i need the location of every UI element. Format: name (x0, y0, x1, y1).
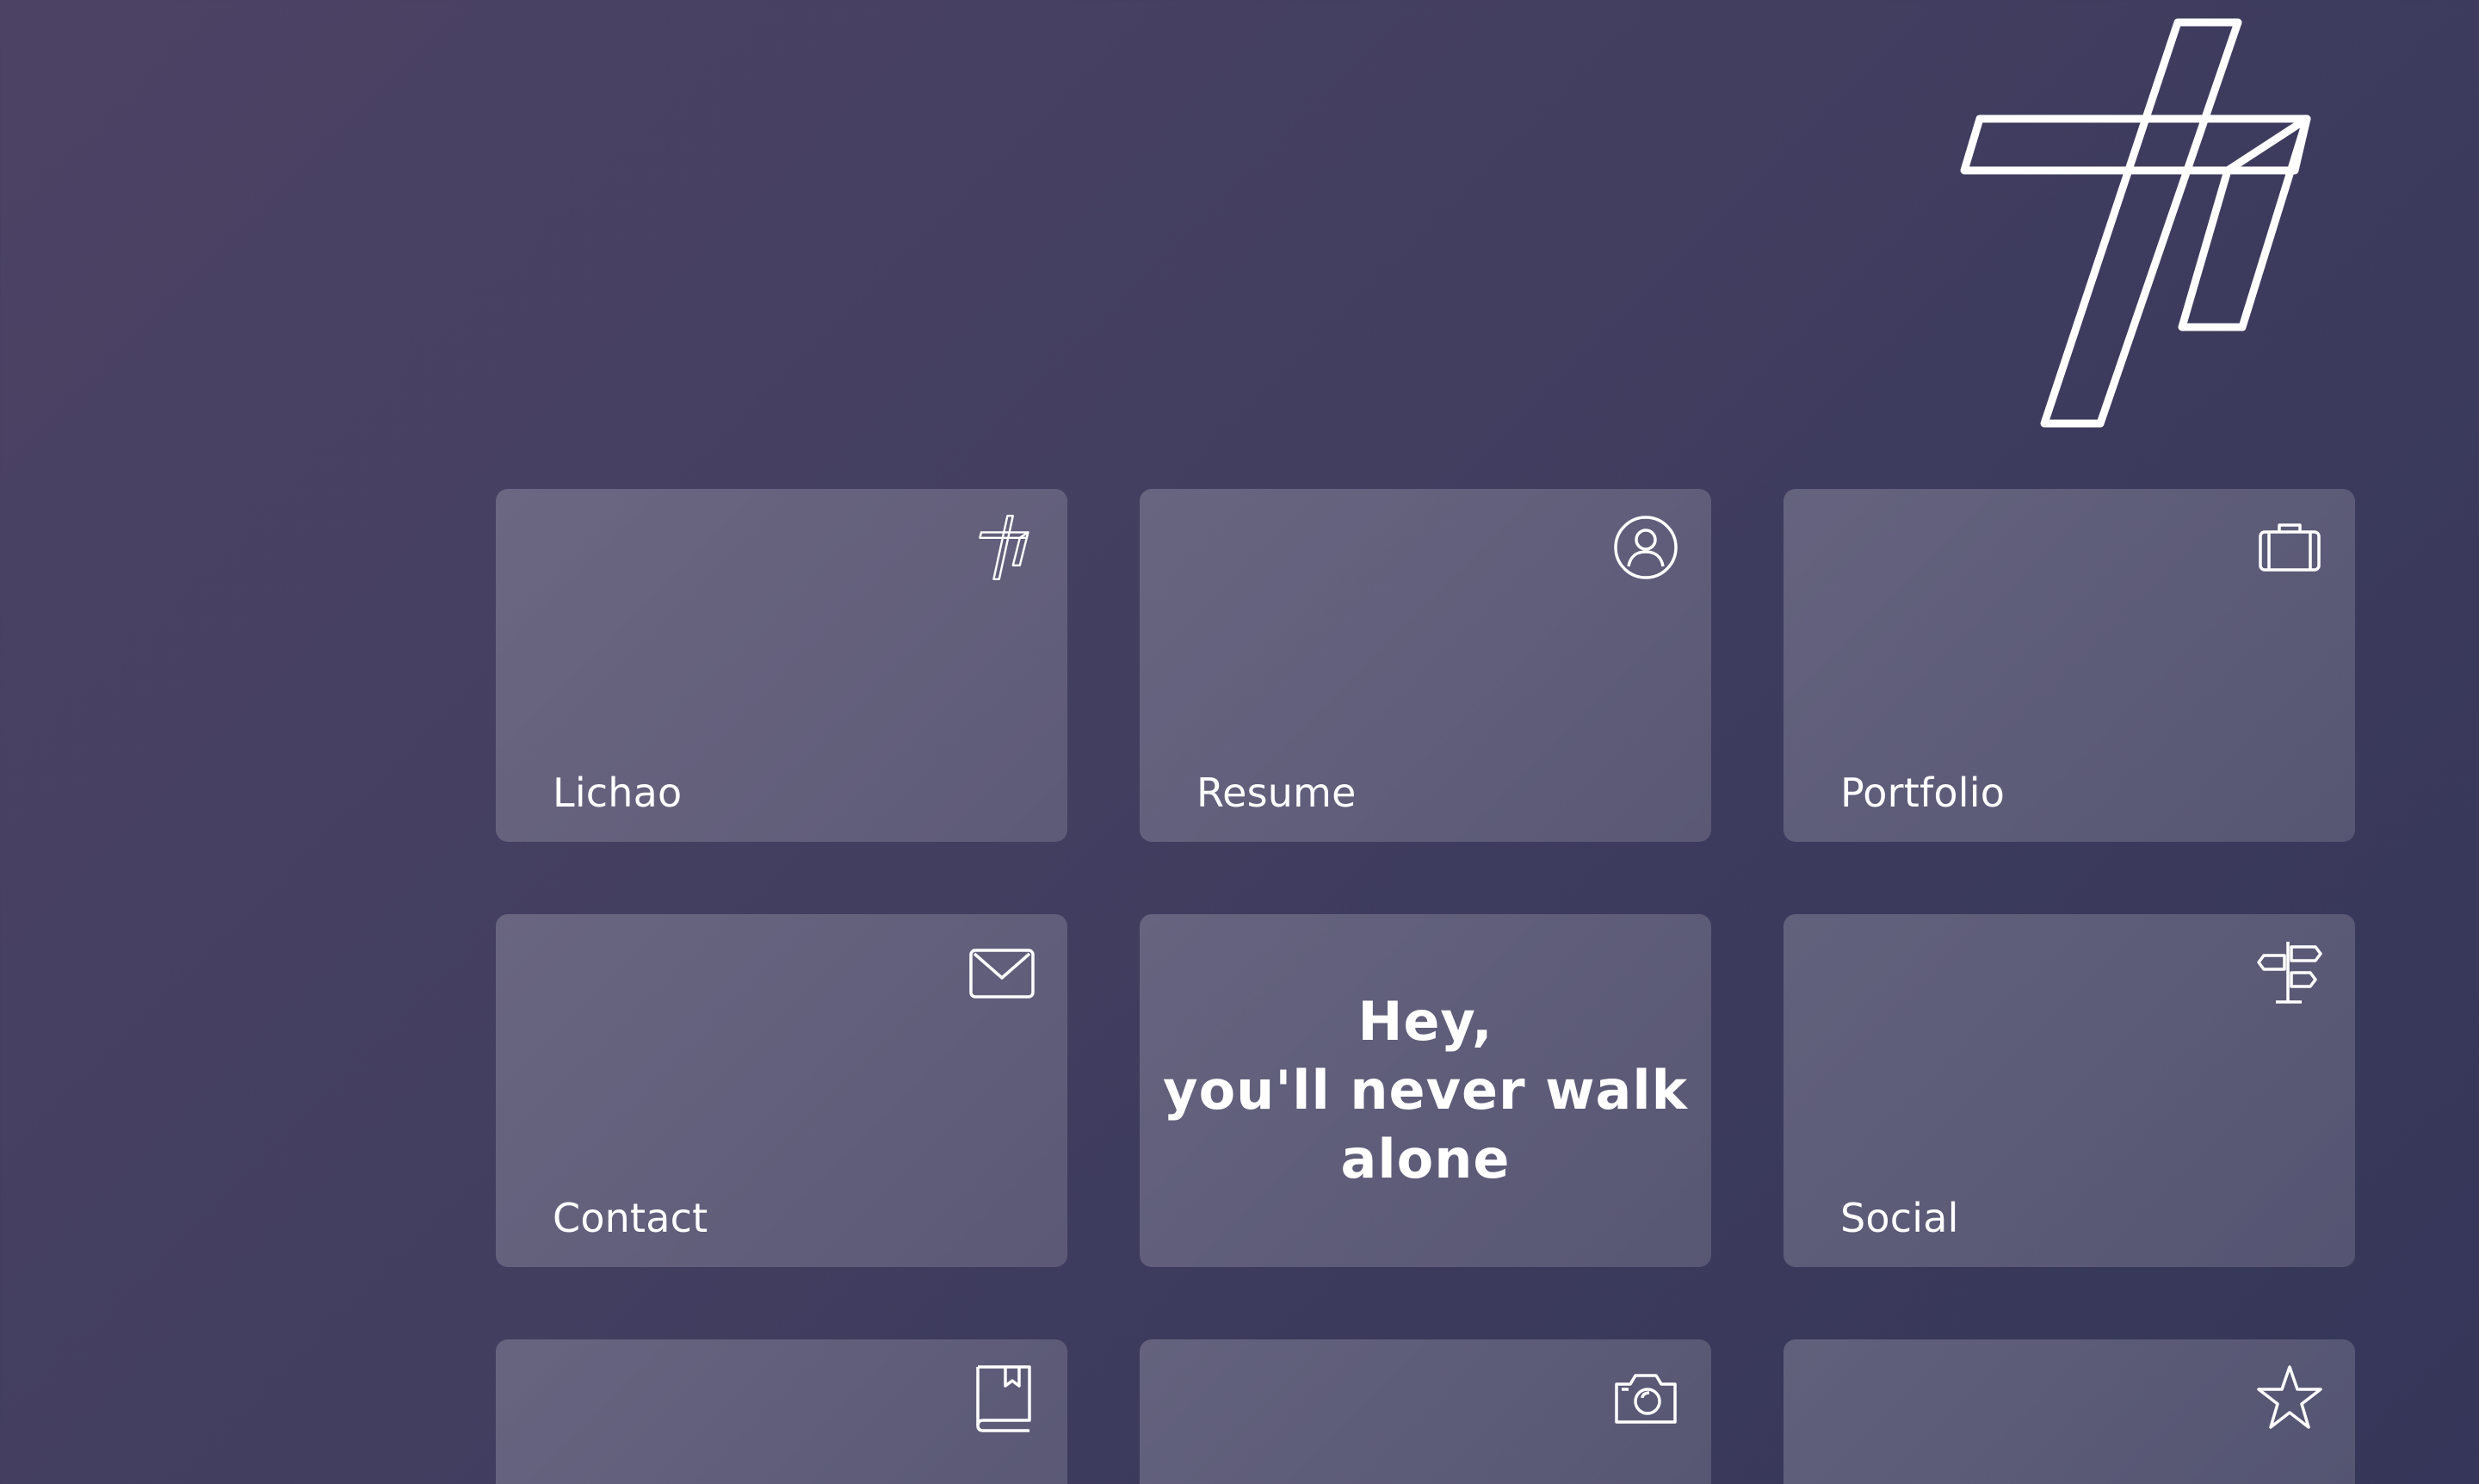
tile-label: Lichao (553, 770, 683, 816)
tile-contact[interactable]: Contact (496, 914, 1067, 1267)
briefcase-icon (2255, 513, 2324, 582)
motto-line: alone (1340, 1128, 1511, 1190)
motto-text: Hey, you'll never walk alone (1163, 987, 1688, 1194)
user-circle-icon (1611, 513, 1680, 582)
tile-label: Portfolio (1840, 770, 2006, 816)
tile-label: Social (1840, 1195, 1959, 1241)
star-icon (2255, 1363, 2324, 1432)
tile-label: Contact (553, 1195, 708, 1241)
tile-lichao[interactable]: Lichao (496, 489, 1067, 842)
tile-photography[interactable] (1140, 1339, 1711, 1484)
envelope-icon (967, 938, 1036, 1007)
tile-resume[interactable]: Resume (1140, 489, 1711, 842)
tile-portfolio[interactable]: Portfolio (1784, 489, 2355, 842)
motto-tile: Hey, you'll never walk alone (1140, 914, 1711, 1267)
tile-social[interactable]: Social (1784, 914, 2355, 1267)
motto-line: Hey, (1357, 990, 1493, 1053)
book-icon (967, 1363, 1036, 1432)
tile-label: Resume (1196, 770, 1357, 816)
lichao-monogram-logo-icon (1960, 18, 2311, 428)
signpost-icon (2255, 938, 2324, 1007)
lichao-logo-icon (967, 513, 1036, 582)
camera-icon (1611, 1363, 1680, 1432)
site-logo[interactable] (1954, 15, 2315, 429)
motto-line: you'll never walk (1163, 1059, 1688, 1122)
tile-favorites[interactable] (1784, 1339, 2355, 1484)
tile-blog[interactable] (496, 1339, 1067, 1484)
